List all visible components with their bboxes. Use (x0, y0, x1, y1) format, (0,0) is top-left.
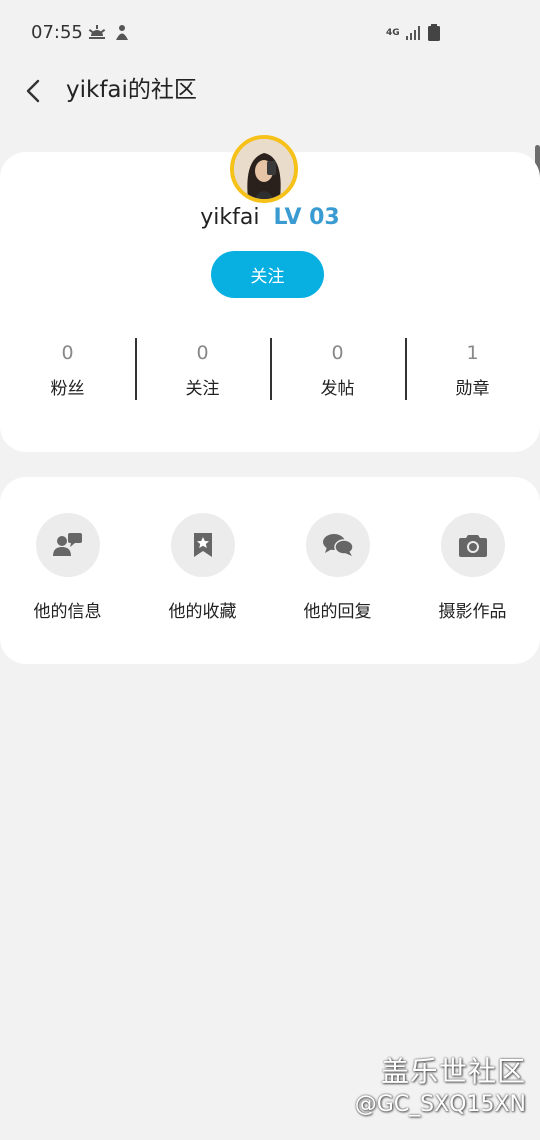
app-header: yikfai的社区 (0, 68, 540, 114)
follow-button[interactable]: 关注 (211, 251, 324, 298)
avatar[interactable] (230, 135, 298, 203)
menu-item-photography[interactable]: 摄影作品 (405, 477, 540, 664)
menu-label: 他的回复 (303, 602, 372, 622)
menu-item-replies[interactable]: 他的回复 (270, 477, 405, 664)
level-badge: LV 03 (273, 205, 340, 230)
menu-card: 他的信息 他的收藏 他的回复 摄影作品 (0, 477, 540, 664)
menu-label: 他的收藏 (168, 602, 237, 622)
menu-icon-circle (440, 513, 505, 577)
stat-label: 粉丝 (50, 379, 85, 399)
username-row: yikfai LV 03 (0, 205, 540, 230)
stat-following[interactable]: 0 关注 (135, 338, 270, 402)
chat-person-icon (52, 533, 82, 556)
menu-item-info[interactable]: 他的信息 (0, 477, 135, 664)
chat-bubbles-icon (322, 534, 354, 556)
menu-label: 他的信息 (33, 602, 102, 622)
status-bar: 07:55 4G (0, 0, 540, 68)
stat-followers[interactable]: 0 粉丝 (0, 338, 135, 402)
stat-label: 发帖 (320, 379, 355, 399)
username: yikfai (200, 205, 260, 230)
menu-label: 摄影作品 (438, 602, 507, 622)
camera-icon (458, 535, 487, 557)
notification-icon (114, 24, 130, 42)
menu-item-favorites[interactable]: 他的收藏 (135, 477, 270, 664)
weather-icon (88, 24, 106, 42)
stat-label: 勋章 (455, 379, 490, 399)
back-button[interactable] (18, 74, 52, 108)
stat-medals[interactable]: 1 勋章 (405, 338, 540, 402)
network-type: 4G (386, 27, 400, 38)
battery-icon (427, 24, 440, 41)
page-title: yikfai的社区 (66, 77, 197, 103)
stats-row: 0 粉丝 0 关注 0 发帖 1 勋章 (0, 338, 540, 402)
status-time: 07:55 (31, 22, 83, 43)
stat-value: 0 (61, 342, 74, 364)
stat-value: 1 (466, 342, 479, 364)
signal-icon (405, 25, 422, 40)
stat-value: 0 (331, 342, 344, 364)
menu-icon-circle (170, 513, 235, 577)
avatar-photo-icon (234, 139, 294, 199)
stat-posts[interactable]: 0 发帖 (270, 338, 405, 402)
watermark-brand: 盖乐世社区 (380, 1055, 526, 1088)
stat-label: 关注 (185, 379, 220, 399)
stat-value: 0 (196, 342, 209, 364)
watermark-handle: @GC_SXQ15XN (354, 1092, 526, 1117)
menu-icon-circle (305, 513, 370, 577)
chevron-left-icon (26, 79, 40, 103)
bookmark-star-icon (193, 533, 212, 557)
menu-icon-circle (35, 513, 100, 577)
